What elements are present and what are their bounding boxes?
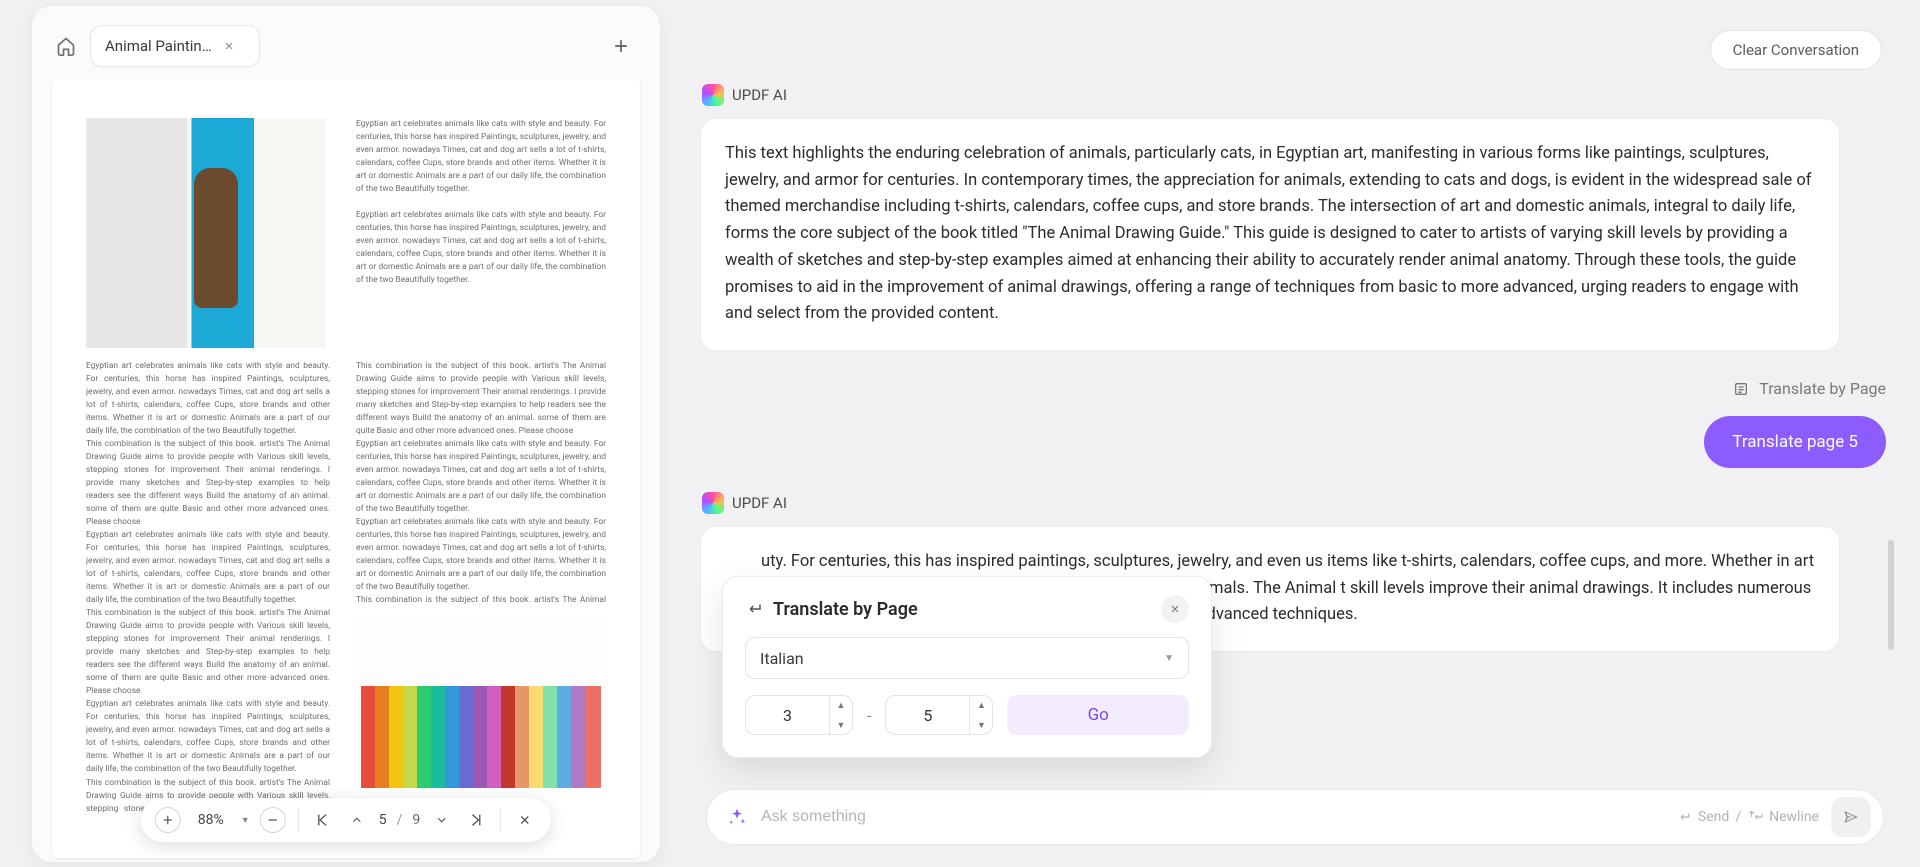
new-tab-button[interactable] bbox=[606, 31, 636, 61]
page-separator: / bbox=[397, 812, 403, 828]
tab-close-button[interactable] bbox=[220, 37, 238, 55]
hint-send: Send bbox=[1698, 809, 1729, 825]
ai-header: UPDF AI bbox=[702, 84, 1890, 106]
translate-by-page-link[interactable]: Translate by Page bbox=[700, 379, 1886, 398]
page-to-up[interactable]: ▲ bbox=[970, 695, 992, 715]
updf-logo-icon bbox=[702, 492, 724, 514]
last-page-button[interactable] bbox=[464, 808, 488, 832]
enter-key-icon bbox=[1676, 809, 1692, 825]
toolbar-separator bbox=[500, 809, 501, 831]
shift-enter-icon bbox=[1747, 809, 1763, 825]
tab-label: Animal Paintin… bbox=[105, 37, 212, 55]
page-to-steppers: ▲ ▼ bbox=[969, 695, 992, 735]
translate-page-button[interactable]: Translate page 5 bbox=[1704, 416, 1886, 468]
document-tab[interactable]: Animal Paintin… bbox=[90, 25, 260, 67]
page-from-down[interactable]: ▼ bbox=[830, 715, 852, 735]
chevron-down-icon: ▼ bbox=[1164, 653, 1174, 664]
hint-newline: Newline bbox=[1769, 809, 1819, 825]
popover-close-button[interactable] bbox=[1161, 595, 1189, 623]
prev-page-button[interactable] bbox=[345, 808, 369, 832]
scrollbar-thumb[interactable] bbox=[1888, 540, 1894, 650]
page-from-up[interactable]: ▲ bbox=[830, 695, 852, 715]
ai-header: UPDF AI bbox=[702, 492, 1890, 514]
close-toolbar-button[interactable] bbox=[513, 808, 537, 832]
zoom-value[interactable]: 88% bbox=[191, 812, 231, 828]
clear-conversation-button[interactable]: Clear Conversation bbox=[1710, 30, 1882, 70]
chat-input: Send / Newline bbox=[706, 789, 1884, 845]
page-range-row: 3 ▲ ▼ - 5 ▲ ▼ Go bbox=[745, 695, 1189, 735]
page-image-top bbox=[86, 118, 326, 348]
translate-popover: Translate by Page Italian ▼ 3 ▲ ▼ - 5 ▲ … bbox=[722, 576, 1212, 758]
range-dash: - bbox=[867, 706, 871, 725]
list-icon bbox=[1733, 381, 1749, 397]
ai-name: UPDF AI bbox=[732, 86, 787, 104]
popover-header: Translate by Page bbox=[745, 595, 1189, 623]
page-toolbar: 88% ▼ 5 / 9 bbox=[141, 798, 551, 842]
page-from-steppers: ▲ ▼ bbox=[829, 695, 852, 735]
page-text-col-right-mid: This combination is the subject of this … bbox=[356, 360, 606, 608]
tab-bar: Animal Paintin… bbox=[32, 6, 660, 72]
page-viewport[interactable]: Egyptian art celebrates animals like cat… bbox=[32, 72, 660, 862]
zoom-in-button[interactable] bbox=[155, 807, 181, 833]
document-panel: Animal Paintin… Egyptian art celebrates … bbox=[32, 6, 660, 862]
popover-title: Translate by Page bbox=[773, 599, 918, 620]
page-image-bottom bbox=[356, 618, 606, 788]
page-to-value: 5 bbox=[886, 706, 969, 725]
next-page-button[interactable] bbox=[430, 808, 454, 832]
ai-name: UPDF AI bbox=[732, 494, 787, 512]
chat-text-input[interactable] bbox=[761, 808, 1664, 826]
go-button[interactable]: Go bbox=[1007, 695, 1189, 735]
page-text-col-left: Egyptian art celebrates animals like cat… bbox=[86, 360, 330, 818]
page-current[interactable]: 5 bbox=[379, 812, 387, 828]
page-from-field[interactable]: 3 ▲ ▼ bbox=[745, 695, 853, 735]
ai-message-block: UPDF AI This text highlights the endurin… bbox=[700, 84, 1890, 351]
input-hints: Send / Newline bbox=[1676, 809, 1819, 825]
page-from-value: 3 bbox=[746, 706, 829, 725]
ai-message: This text highlights the enduring celebr… bbox=[700, 118, 1840, 351]
language-value: Italian bbox=[760, 649, 804, 668]
zoom-chevron-icon[interactable]: ▼ bbox=[241, 815, 250, 826]
zoom-out-button[interactable] bbox=[260, 807, 286, 833]
return-icon bbox=[745, 600, 763, 618]
page-to-field[interactable]: 5 ▲ ▼ bbox=[885, 695, 993, 735]
hint-sep: / bbox=[1735, 809, 1741, 825]
toolbar-separator bbox=[298, 809, 299, 831]
page-total: 9 bbox=[412, 812, 420, 828]
chat-header: Clear Conversation bbox=[700, 0, 1890, 80]
sparkle-icon bbox=[725, 805, 749, 829]
chat-input-area: Send / Newline bbox=[700, 785, 1890, 867]
pdf-page: Egyptian art celebrates animals like cat… bbox=[52, 78, 640, 858]
home-button[interactable] bbox=[50, 30, 82, 62]
first-page-button[interactable] bbox=[311, 808, 335, 832]
page-text-col-right-top: Egyptian art celebrates animals like cat… bbox=[356, 118, 606, 350]
translate-by-page-label: Translate by Page bbox=[1759, 379, 1886, 398]
updf-logo-icon bbox=[702, 84, 724, 106]
send-button[interactable] bbox=[1831, 797, 1871, 837]
language-select[interactable]: Italian ▼ bbox=[745, 637, 1189, 679]
page-to-down[interactable]: ▼ bbox=[970, 715, 992, 735]
